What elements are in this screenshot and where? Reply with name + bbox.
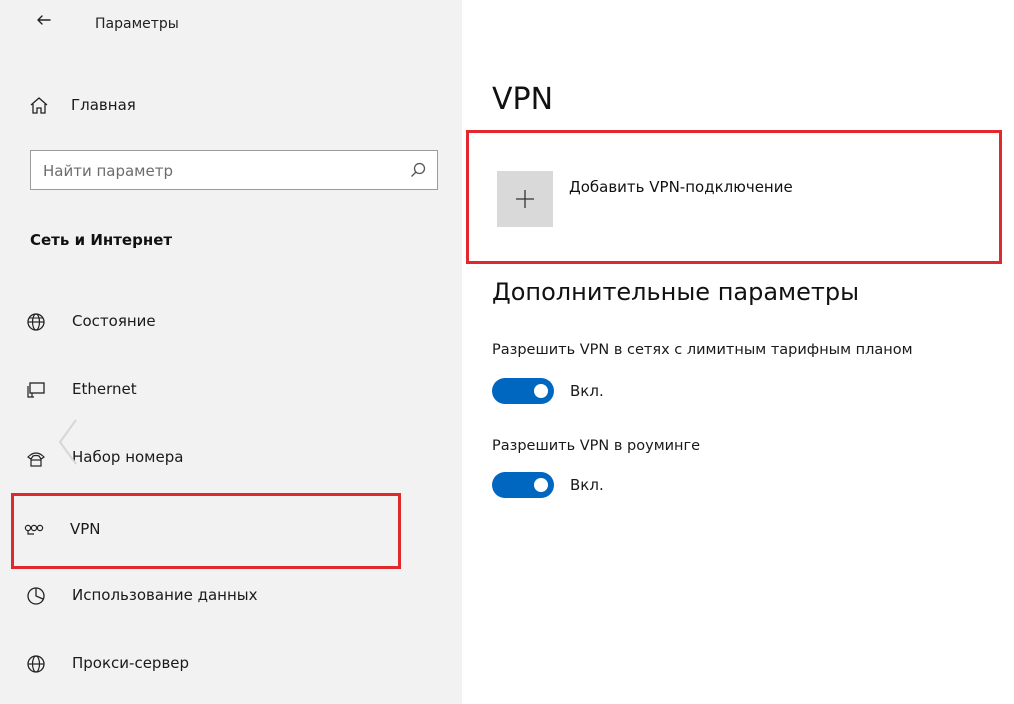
advanced-settings-heading: Дополнительные параметры: [492, 278, 860, 306]
add-vpn-button[interactable]: [497, 171, 553, 227]
sidebar-item-label: Набор номера: [72, 448, 184, 466]
page-title: VPN: [492, 82, 554, 117]
toggle-state: Вкл.: [570, 382, 604, 400]
sidebar-item-ethernet[interactable]: Ethernet: [14, 366, 414, 414]
dialup-phone-icon: [26, 448, 46, 468]
sidebar-item-label: Главная: [71, 96, 136, 114]
setting-metered-row: Вкл.: [492, 376, 692, 404]
back-arrow-icon: [37, 15, 51, 25]
home-icon: [29, 96, 49, 116]
sidebar-item-proxy[interactable]: Прокси-сервер: [14, 640, 414, 688]
vpn-icon: [24, 520, 44, 540]
setting-roaming-label: Разрешить VPN в роуминге: [492, 438, 701, 454]
sidebar-item-status[interactable]: Состояние: [14, 298, 414, 346]
toggle-knob: [534, 478, 548, 492]
search-box: [30, 150, 438, 191]
sidebar-item-data-usage[interactable]: Использование данных: [14, 572, 414, 620]
setting-roaming-row: Вкл.: [492, 470, 692, 498]
globe-icon: [26, 654, 46, 674]
sidebar: Параметры Главная Сеть и Интернет: [0, 0, 462, 704]
ethernet-icon: [26, 380, 46, 400]
section-title: Сеть и Интернет: [30, 231, 173, 249]
sidebar-item-label: Состояние: [72, 312, 156, 330]
chevron-left-icon[interactable]: [56, 418, 80, 466]
main-content: VPN Добавить VPN-подключение Дополнитель…: [462, 0, 1014, 704]
toggle-knob: [534, 384, 548, 398]
sidebar-item-home[interactable]: Главная: [25, 88, 425, 124]
sidebar-item-label: Использование данных: [72, 586, 258, 604]
sidebar-item-label: Ethernet: [72, 380, 137, 398]
window-title-bar: Параметры: [0, 0, 462, 52]
sidebar-item-label: Прокси-сервер: [72, 654, 190, 672]
add-vpn-label[interactable]: Добавить VPN-подключение: [569, 178, 793, 196]
back-button[interactable]: [32, 12, 60, 40]
globe-status-icon: [26, 312, 46, 332]
sidebar-item-vpn[interactable]: VPN: [11, 493, 401, 569]
add-vpn-card: Добавить VPN-подключение: [466, 130, 1002, 264]
roaming-vpn-toggle[interactable]: [492, 472, 554, 498]
data-usage-icon: [26, 586, 46, 606]
plus-icon: [516, 190, 534, 208]
setting-metered-label: Разрешить VPN в сетях с лимитным тарифны…: [492, 342, 913, 358]
sidebar-item-label: VPN: [70, 520, 101, 538]
search-input[interactable]: [41, 151, 395, 191]
toggle-state: Вкл.: [570, 476, 604, 494]
metered-vpn-toggle[interactable]: [492, 378, 554, 404]
search-icon[interactable]: [409, 161, 427, 179]
window-title: Параметры: [95, 16, 179, 32]
